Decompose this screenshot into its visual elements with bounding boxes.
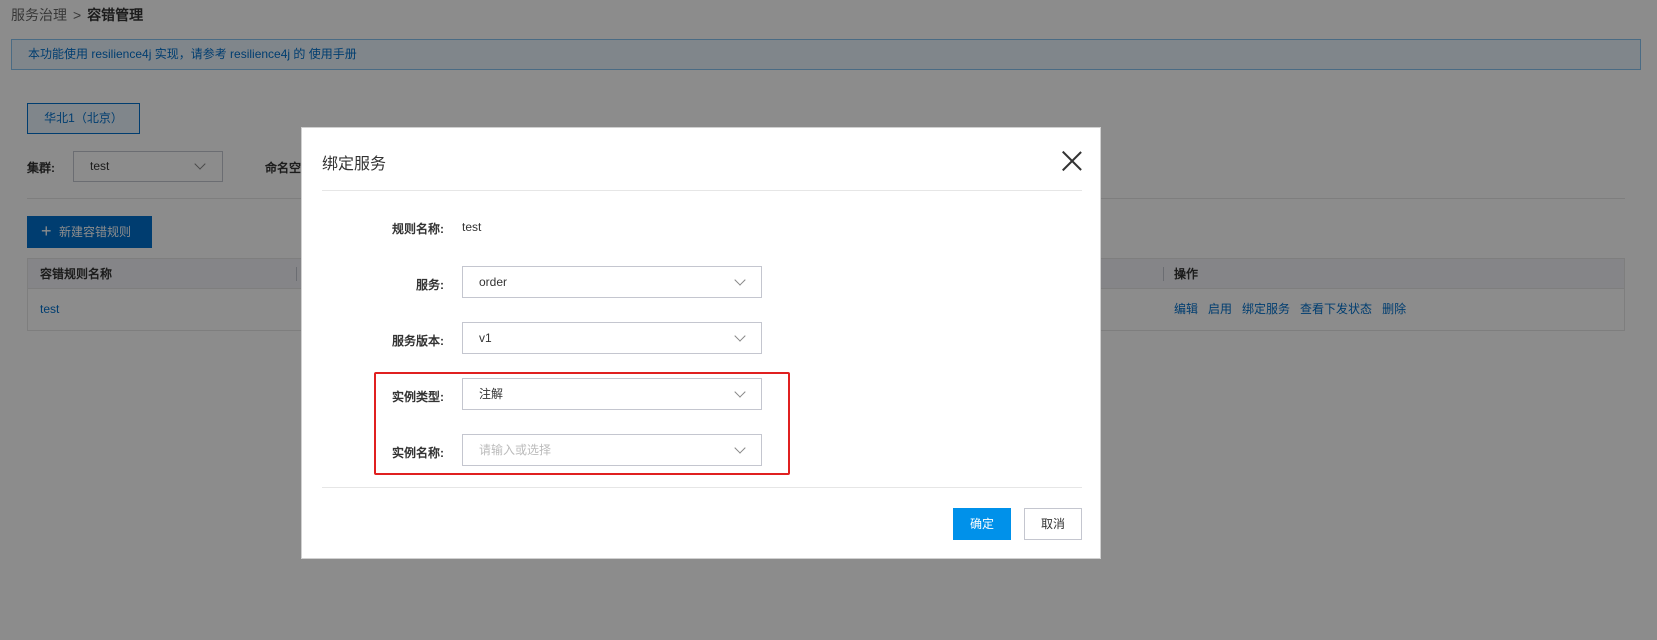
instance-name-label: 实例名称: xyxy=(392,446,444,460)
chevron-down-icon xyxy=(734,274,746,286)
service-select[interactable]: order xyxy=(462,266,762,298)
instance-type-value: 注解 xyxy=(479,387,504,401)
rule-name-value: test xyxy=(462,220,482,234)
chevron-down-icon xyxy=(734,330,746,342)
dialog-footer-divider xyxy=(322,487,1082,488)
chevron-down-icon xyxy=(734,386,746,398)
cancel-button[interactable]: 取消 xyxy=(1024,508,1082,540)
dialog-header-divider xyxy=(322,190,1082,191)
instance-type-label: 实例类型: xyxy=(392,390,444,404)
instance-type-select[interactable]: 注解 xyxy=(462,378,762,410)
page: 服务治理 > 容错管理 本功能使用 resilience4j 实现，请参考 resi… xyxy=(0,0,1657,640)
service-label: 服务: xyxy=(416,278,444,292)
service-version-select[interactable]: v1 xyxy=(462,322,762,354)
confirm-button[interactable]: 确定 xyxy=(953,508,1011,540)
service-version-value: v1 xyxy=(479,331,492,345)
service-version-label: 服务版本: xyxy=(392,334,444,348)
service-select-value: order xyxy=(479,275,508,289)
instance-name-placeholder: 请输入或选择 xyxy=(479,443,552,457)
bind-service-dialog: 绑定服务 规则名称: test 服务: order 服务版本: v1 实例类型:… xyxy=(301,127,1101,559)
dialog-title: 绑定服务 xyxy=(322,156,387,173)
chevron-down-icon xyxy=(734,442,746,454)
instance-name-select[interactable]: 请输入或选择 xyxy=(462,434,762,466)
rule-name-label: 规则名称: xyxy=(392,222,444,236)
close-icon[interactable] xyxy=(1061,150,1083,172)
